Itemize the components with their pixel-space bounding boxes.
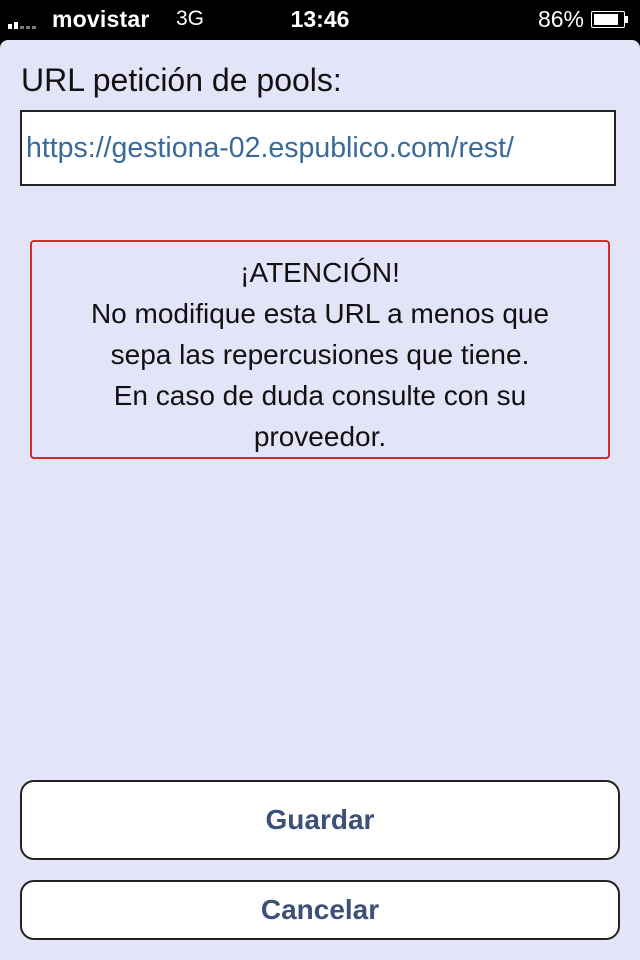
cancel-button[interactable]: Cancelar — [20, 880, 620, 940]
warning-text-line: sepa las repercusiones que tiene. — [110, 339, 530, 370]
battery-percent: 86% — [537, 6, 584, 32]
settings-screen: URL petición de pools: ¡ATENCIÓN! No mod… — [0, 40, 640, 960]
battery-icon — [591, 11, 628, 28]
warning-box: ¡ATENCIÓN! No modifique esta URL a menos… — [30, 240, 610, 459]
status-bar: movistar 3G 13:46 86% — [0, 0, 640, 40]
warning-title: ¡ATENCIÓN! — [240, 257, 400, 288]
warning-text-line: proveedor. — [253, 421, 387, 452]
url-input[interactable] — [20, 110, 616, 186]
url-field-label: URL petición de pools: — [21, 62, 342, 98]
warning-text-line: No modifique esta URL a menos que — [90, 298, 550, 329]
warning-text-line: En caso de duda consulte con su — [113, 380, 527, 411]
save-button[interactable]: Guardar — [20, 780, 620, 860]
